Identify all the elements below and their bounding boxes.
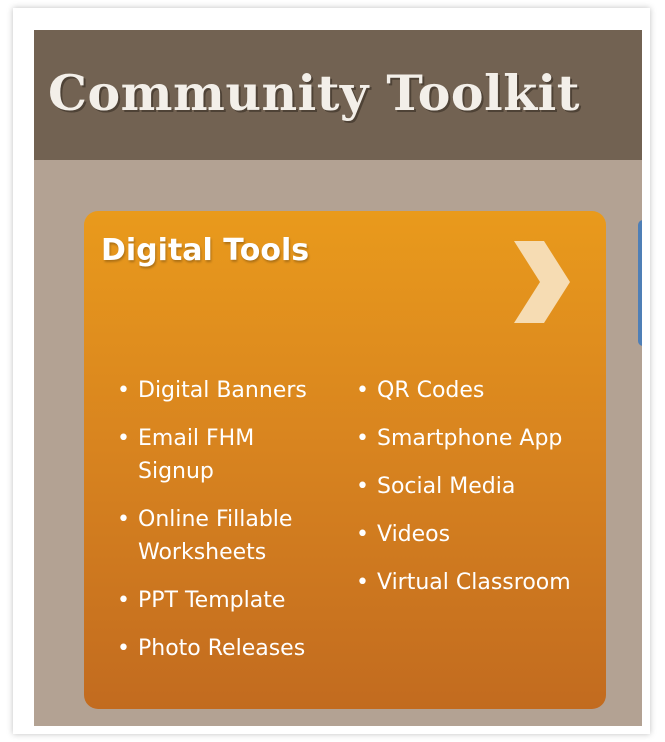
list-item[interactable]: • QR Codes	[353, 374, 583, 407]
list-item[interactable]: • Virtual Classroom	[353, 566, 583, 599]
item-label: Online Fillable Worksheets	[138, 507, 293, 565]
list-item[interactable]: • PPT Template	[114, 584, 314, 617]
tools-list-left: • Digital Banners • Email FHM Signup • Onli…	[114, 374, 314, 680]
item-label: Smartphone App	[377, 426, 563, 451]
item-label: QR Codes	[377, 378, 485, 403]
item-label: Email FHM Signup	[138, 426, 255, 484]
tools-list-right: • QR Codes • Smartphone App • Social Media …	[353, 374, 583, 614]
digital-tools-card[interactable]: Digital Tools • Digital Banners • Email FH…	[84, 211, 606, 709]
bullet-icon: •	[356, 378, 369, 403]
card-title: Digital Tools	[101, 233, 310, 268]
list-item[interactable]: • Email FHM Signup	[114, 422, 314, 488]
list-item[interactable]: • Digital Banners	[114, 374, 314, 407]
bullet-icon: •	[117, 378, 130, 403]
list-item[interactable]: • Social Media	[353, 470, 583, 503]
toolkit-header: Community Toolkit	[34, 30, 642, 160]
item-label: Virtual Classroom	[377, 570, 571, 595]
item-label: Photo Releases	[138, 636, 306, 661]
item-label: Videos	[377, 522, 451, 547]
bullet-icon: •	[356, 522, 369, 547]
adjacent-card-edge[interactable]	[638, 220, 642, 346]
bullet-icon: •	[117, 507, 130, 532]
bullet-icon: •	[356, 474, 369, 499]
toolkit-panel: Community Toolkit Digital Tools • Digital…	[34, 30, 642, 726]
page-title: Community Toolkit	[48, 64, 580, 122]
chevron-right-icon[interactable]	[514, 241, 570, 323]
item-label: PPT Template	[138, 588, 286, 613]
list-item[interactable]: • Online Fillable Worksheets	[114, 503, 314, 569]
item-label: Digital Banners	[138, 378, 307, 403]
list-item[interactable]: • Photo Releases	[114, 632, 314, 665]
list-item[interactable]: • Smartphone App	[353, 422, 583, 455]
item-label: Social Media	[377, 474, 516, 499]
bullet-icon: •	[117, 588, 130, 613]
list-item[interactable]: • Videos	[353, 518, 583, 551]
bullet-icon: •	[356, 426, 369, 451]
bullet-icon: •	[117, 426, 130, 451]
bullet-icon: •	[356, 570, 369, 595]
bullet-icon: •	[117, 636, 130, 661]
